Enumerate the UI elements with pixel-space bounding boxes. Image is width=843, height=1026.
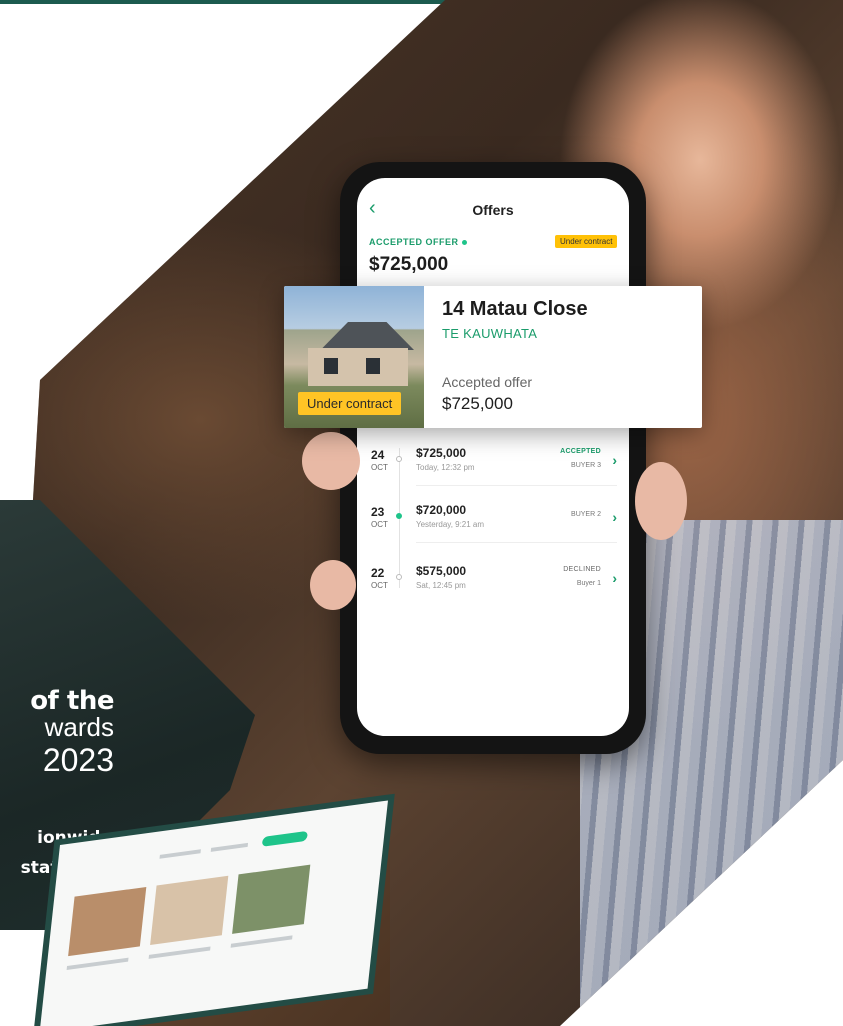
laptop-listing-text	[148, 946, 211, 959]
offer-amount: $720,000	[416, 503, 467, 517]
offer-time: Yesterday, 9:21 am	[416, 520, 485, 529]
chevron-right-icon[interactable]: ›	[612, 570, 617, 586]
under-contract-badge: Under contract	[298, 392, 402, 415]
row-divider	[416, 542, 617, 543]
screen-title: Offers	[472, 202, 514, 218]
phone-screen: ‹ Offers ACCEPTED OFFER Under contract $…	[357, 178, 629, 736]
accepted-offer-price: $725,000	[442, 394, 513, 413]
property-suburb: TE KAUWHATA	[442, 326, 538, 341]
offer-day: 22	[371, 566, 385, 580]
chevron-right-icon[interactable]: ›	[612, 452, 617, 468]
laptop-nav-line	[210, 842, 249, 852]
house-wall	[308, 348, 408, 386]
finger	[635, 462, 687, 540]
laptop-listing-text	[230, 935, 293, 948]
timeline-dot-icon	[396, 574, 402, 580]
laptop-cta-pill	[261, 830, 308, 847]
laptop-listing-card	[68, 886, 147, 957]
row-divider	[416, 485, 617, 486]
accepted-offer-amount: $725,000	[369, 254, 449, 275]
offer-buyer: Buyer 1	[576, 580, 601, 587]
offer-status: DECLINED	[563, 566, 601, 573]
status-badge: Under contract	[555, 235, 618, 248]
laptop-listing-card	[232, 864, 311, 934]
offer-month: OCT	[371, 520, 388, 529]
award-title-line-2: wards	[44, 712, 114, 742]
timeline-dot-icon	[396, 456, 402, 462]
offer-month: OCT	[371, 463, 388, 472]
laptop-listing-card	[150, 875, 229, 945]
offer-row[interactable]: 24 OCT $725,000 Today, 12:32 pm ACCEPTED…	[357, 446, 629, 503]
offer-buyer: BUYER 3	[571, 462, 601, 469]
house-window	[366, 358, 380, 374]
offer-row[interactable]: 23 OCT $720,000 Yesterday, 9:21 am BUYER…	[357, 503, 629, 560]
timeline-dot-icon	[396, 513, 402, 519]
accepted-offer-label: Accepted offer	[442, 374, 533, 390]
offer-day: 24	[371, 448, 385, 462]
house-window	[324, 358, 338, 374]
house-roof	[320, 322, 414, 350]
hero-banner: of the wards 2023 ionwide state ‹ Offers…	[0, 0, 843, 1026]
offer-month: OCT	[371, 581, 388, 590]
chevron-right-icon[interactable]: ›	[612, 509, 617, 525]
accepted-offer-label: ACCEPTED OFFER	[369, 237, 467, 247]
laptop-listing-text	[66, 957, 129, 970]
offer-status: ACCEPTED	[560, 448, 601, 455]
thumb	[302, 432, 360, 490]
offer-amount: $575,000	[416, 564, 467, 578]
accepted-offer-label-text: ACCEPTED OFFER	[369, 237, 459, 247]
finger	[310, 560, 356, 610]
laptop-nav-line	[159, 849, 201, 859]
offer-amount: $725,000	[416, 446, 467, 460]
offer-time: Sat, 12:45 pm	[416, 581, 466, 590]
offer-time: Today, 12:32 pm	[416, 463, 475, 472]
property-card[interactable]: Under contract 14 Matau Close TE KAUWHAT…	[284, 286, 702, 428]
award-year: 2023	[42, 742, 114, 778]
status-dot-icon	[461, 240, 467, 246]
offer-row[interactable]: 22 OCT $575,000 Sat, 12:45 pm DECLINED B…	[357, 564, 629, 621]
offer-buyer: BUYER 2	[571, 511, 601, 518]
property-address: 14 Matau Close	[442, 298, 588, 320]
offer-day: 23	[371, 505, 385, 519]
